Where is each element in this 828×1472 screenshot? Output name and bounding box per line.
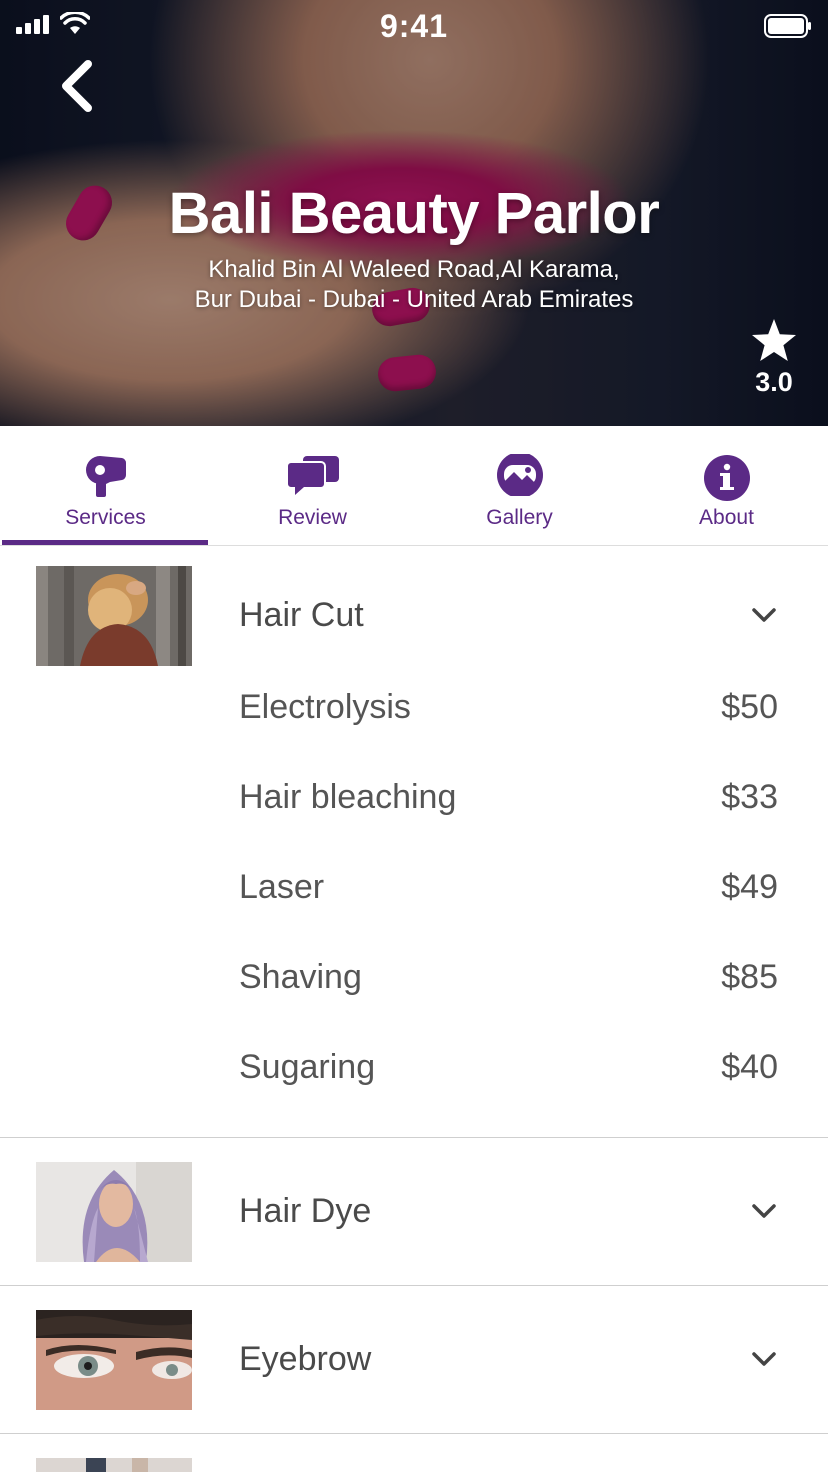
tab-services[interactable]: Services: [2, 426, 209, 545]
tab-gallery[interactable]: Gallery: [416, 426, 623, 545]
tab-label: Review: [278, 506, 347, 529]
active-tab-indicator: [2, 540, 208, 545]
service-price: $40: [721, 1048, 778, 1086]
chat-bubbles-icon: [285, 456, 339, 495]
chevron-left-icon: [62, 60, 92, 112]
category-thumbnail: [36, 566, 192, 666]
rating-badge: 3.0: [740, 318, 808, 398]
gallery-icon: [496, 454, 543, 496]
service-name: Electrolysis: [239, 688, 411, 726]
category-name: Hair Dye: [239, 1192, 372, 1230]
tab-label: Services: [65, 506, 146, 529]
chevron-down-icon[interactable]: [751, 1202, 777, 1220]
category-name: Eyebrow: [239, 1340, 372, 1378]
status-bar: 9:41: [0, 0, 828, 52]
salon-address: Khalid Bin Al Waleed Road,Al Karama, Bur…: [0, 255, 828, 315]
back-button[interactable]: [52, 56, 102, 116]
service-price: $50: [721, 688, 778, 726]
service-row[interactable]: Electrolysis $50: [239, 688, 778, 736]
service-name: Sugaring: [239, 1048, 376, 1086]
salon-title: Bali Beauty Parlor: [168, 181, 660, 246]
category-hair-dye[interactable]: Hair Dye: [0, 1162, 828, 1262]
service-price: $33: [721, 778, 778, 816]
tab-label: About: [699, 506, 754, 529]
tab-about[interactable]: About: [623, 426, 828, 545]
list-divider: [0, 1137, 828, 1138]
chevron-down-icon[interactable]: [751, 606, 777, 624]
category-name: Hair Cut: [239, 596, 364, 634]
address-line-1: Khalid Bin Al Waleed Road,Al Karama,: [208, 256, 620, 283]
category-eyebrow[interactable]: Eyebrow: [0, 1310, 828, 1410]
category-thumbnail: [36, 1458, 192, 1472]
hero-banner: 9:41 Bali Beauty Parlor Khalid Bin Al Wa…: [0, 0, 828, 426]
category-thumbnail: [36, 1310, 192, 1410]
list-divider: [0, 1433, 828, 1434]
tab-review[interactable]: Review: [209, 426, 416, 545]
category-thumbnail: [36, 1162, 192, 1262]
tab-label: Gallery: [486, 506, 553, 529]
list-divider: [0, 1285, 828, 1286]
service-name: Laser: [239, 868, 325, 906]
category-hair-cut[interactable]: Hair Cut: [0, 566, 828, 666]
service-row[interactable]: Sugaring $40: [239, 1048, 778, 1096]
tab-bar: Services Review Gallery About: [0, 426, 828, 546]
chevron-down-icon[interactable]: [751, 1350, 777, 1368]
battery-icon: [764, 14, 811, 38]
service-price: $85: [721, 958, 778, 996]
service-name: Shaving: [239, 958, 362, 996]
service-price: $49: [721, 868, 778, 906]
hair-dryer-icon: [85, 456, 126, 497]
info-icon: [703, 455, 750, 501]
service-name: Hair bleaching: [239, 778, 457, 816]
star-icon: [752, 319, 796, 361]
address-line-2: Bur Dubai - Dubai - United Arab Emirates: [194, 286, 634, 313]
service-row[interactable]: Laser $49: [239, 868, 778, 916]
service-row[interactable]: Hair bleaching $33: [239, 778, 778, 826]
status-time: 9:41: [379, 8, 449, 44]
rating-value: 3.0: [755, 367, 793, 397]
service-row[interactable]: Shaving $85: [239, 958, 778, 1006]
